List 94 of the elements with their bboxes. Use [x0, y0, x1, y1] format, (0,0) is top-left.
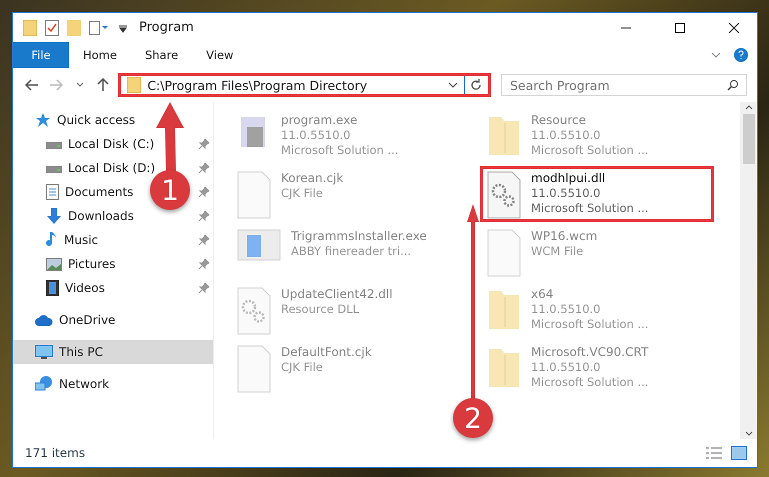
ribbon-tab[interactable]: View — [192, 42, 248, 68]
pin-icon[interactable] — [199, 139, 209, 149]
sidebar-item[interactable]: Videos — [13, 276, 113, 300]
gear-file-icon — [487, 171, 521, 219]
properties-icon[interactable] — [89, 20, 111, 34]
folder-icon — [127, 77, 142, 93]
window-title: Program — [139, 20, 194, 35]
file-item[interactable]: UpdateClient42.dll Resource DLL — [230, 282, 464, 338]
scrollbar[interactable] — [740, 102, 757, 439]
pin-icon[interactable] — [199, 211, 209, 221]
arrow-drawing — [156, 102, 184, 172]
ribbon-tab[interactable]: Share — [130, 42, 192, 68]
file-name: Korean.cjk — [281, 171, 344, 186]
file-item[interactable]: Resource 11.0.5510.0 Microsoft Solution ... — [480, 108, 714, 164]
file-detail: Microsoft Solution ... — [531, 201, 648, 216]
file-menu-button[interactable]: File — [13, 42, 69, 68]
file-detail: ABBY finereader tri... — [291, 244, 412, 259]
file-item[interactable]: TrigrammsInstaller.exe ABBY finereader tri... — [230, 224, 464, 280]
file-detail: Microsoft Solution ... — [281, 143, 398, 158]
sidebar-item[interactable]: Quick access — [13, 108, 144, 132]
pin-icon[interactable] — [199, 283, 209, 293]
sidebar-item[interactable]: Pictures — [13, 252, 124, 276]
close-icon — [729, 22, 739, 32]
scrollbar-thumb[interactable] — [742, 114, 754, 164]
chevron-down-icon[interactable] — [448, 81, 458, 89]
file-detail: 11.0.5510.0 — [531, 302, 602, 317]
sidebar-item[interactable]: Documents — [13, 180, 142, 204]
file-detail: CJK File — [281, 186, 324, 201]
dropdown-icon[interactable] — [119, 22, 127, 32]
file-detail: 11.0.5510.0 — [281, 128, 352, 143]
file-detail: CJK File — [281, 360, 324, 375]
pin-icon[interactable] — [199, 259, 209, 269]
sidebar-item[interactable]: Music — [13, 228, 106, 252]
music-note-icon — [46, 232, 58, 248]
pin-icon[interactable] — [199, 235, 209, 245]
file-name: program.exe — [281, 113, 358, 128]
pin-icon[interactable] — [199, 163, 209, 173]
network-icon — [35, 376, 53, 392]
minimize-icon — [621, 26, 631, 28]
installer-icon — [237, 229, 281, 261]
file-detail: 11.0.5510.0 — [531, 360, 602, 375]
large-icons-view-icon[interactable] — [731, 446, 747, 460]
file-name: Microsoft.VC90.CRT — [531, 345, 648, 360]
file-name: Resource — [531, 113, 588, 128]
file-item[interactable]: WP16.wcm WCM File — [480, 224, 714, 280]
blank-file-icon — [487, 229, 521, 277]
file-detail: 11.0.5510.0 — [531, 186, 602, 201]
address-path: C:\Program Files\Program Directory — [147, 78, 368, 92]
file-name: TrigrammsInstaller.exe — [291, 229, 427, 244]
file-name: DefaultFont.cjk — [281, 345, 372, 360]
item-count: 171 items — [25, 446, 86, 460]
details-view-icon[interactable] — [705, 446, 723, 460]
file-detail: Microsoft Solution ... — [531, 317, 648, 332]
monitor-icon — [35, 344, 53, 360]
download-icon — [46, 208, 62, 224]
film-icon — [46, 280, 59, 296]
folder-icon[interactable] — [23, 20, 37, 36]
file-detail: Microsoft Solution ... — [531, 143, 648, 158]
file-name: WP16.wcm — [531, 229, 598, 244]
file-item[interactable]: modhlpui.dll 11.0.5510.0 Microsoft Solution ... — [480, 166, 714, 222]
sidebar-item[interactable]: This PC — [13, 340, 213, 364]
sidebar-item[interactable]: OneDrive — [13, 308, 124, 332]
file-detail: Resource DLL — [281, 302, 360, 317]
sidebar-item[interactable]: Downloads — [13, 204, 142, 228]
file-detail: WCM File — [531, 244, 584, 259]
refresh-icon — [470, 79, 482, 91]
ribbon-tab[interactable]: Home — [69, 42, 131, 68]
checklist-icon[interactable] — [45, 20, 59, 36]
cloud-icon — [35, 314, 53, 326]
maximize-icon — [675, 22, 685, 32]
sidebar-item[interactable]: Local Disk (C:) — [13, 132, 162, 156]
star-icon — [35, 112, 51, 128]
search-icon — [726, 79, 739, 91]
file-detail: 11.0.5510.0 — [531, 128, 602, 143]
file-item[interactable]: x64 11.0.5510.0 Microsoft Solution ... — [480, 282, 714, 338]
file-name: modhlpui.dll — [531, 171, 606, 186]
gear-file-icon — [237, 287, 271, 335]
address-bar[interactable]: C:\Program Files\Program Directory — [118, 73, 491, 97]
file-name: UpdateClient42.dll — [281, 287, 393, 302]
file-name: x64 — [531, 287, 554, 302]
picture-icon — [46, 258, 62, 270]
pin-icon[interactable] — [199, 187, 209, 197]
search-field[interactable]: Search Program — [500, 74, 747, 96]
sidebar-item[interactable]: Network — [13, 372, 118, 396]
file-detail: Microsoft Solution ... — [531, 375, 648, 390]
document-icon — [46, 184, 59, 200]
file-item[interactable]: DefaultFont.cjk CJK File — [230, 340, 464, 396]
blank-file-icon — [237, 171, 271, 219]
back-icon[interactable] — [23, 79, 41, 91]
file-item[interactable]: Microsoft.VC90.CRT 11.0.5510.0 Microsoft Solution ... — [480, 340, 714, 396]
file-item[interactable]: Korean.cjk CJK File — [230, 166, 464, 222]
file-item[interactable]: program.exe 11.0.5510.0 Microsoft Solution ... — [230, 108, 464, 164]
blank-file-icon — [237, 345, 271, 393]
folder-icon[interactable] — [67, 20, 81, 36]
